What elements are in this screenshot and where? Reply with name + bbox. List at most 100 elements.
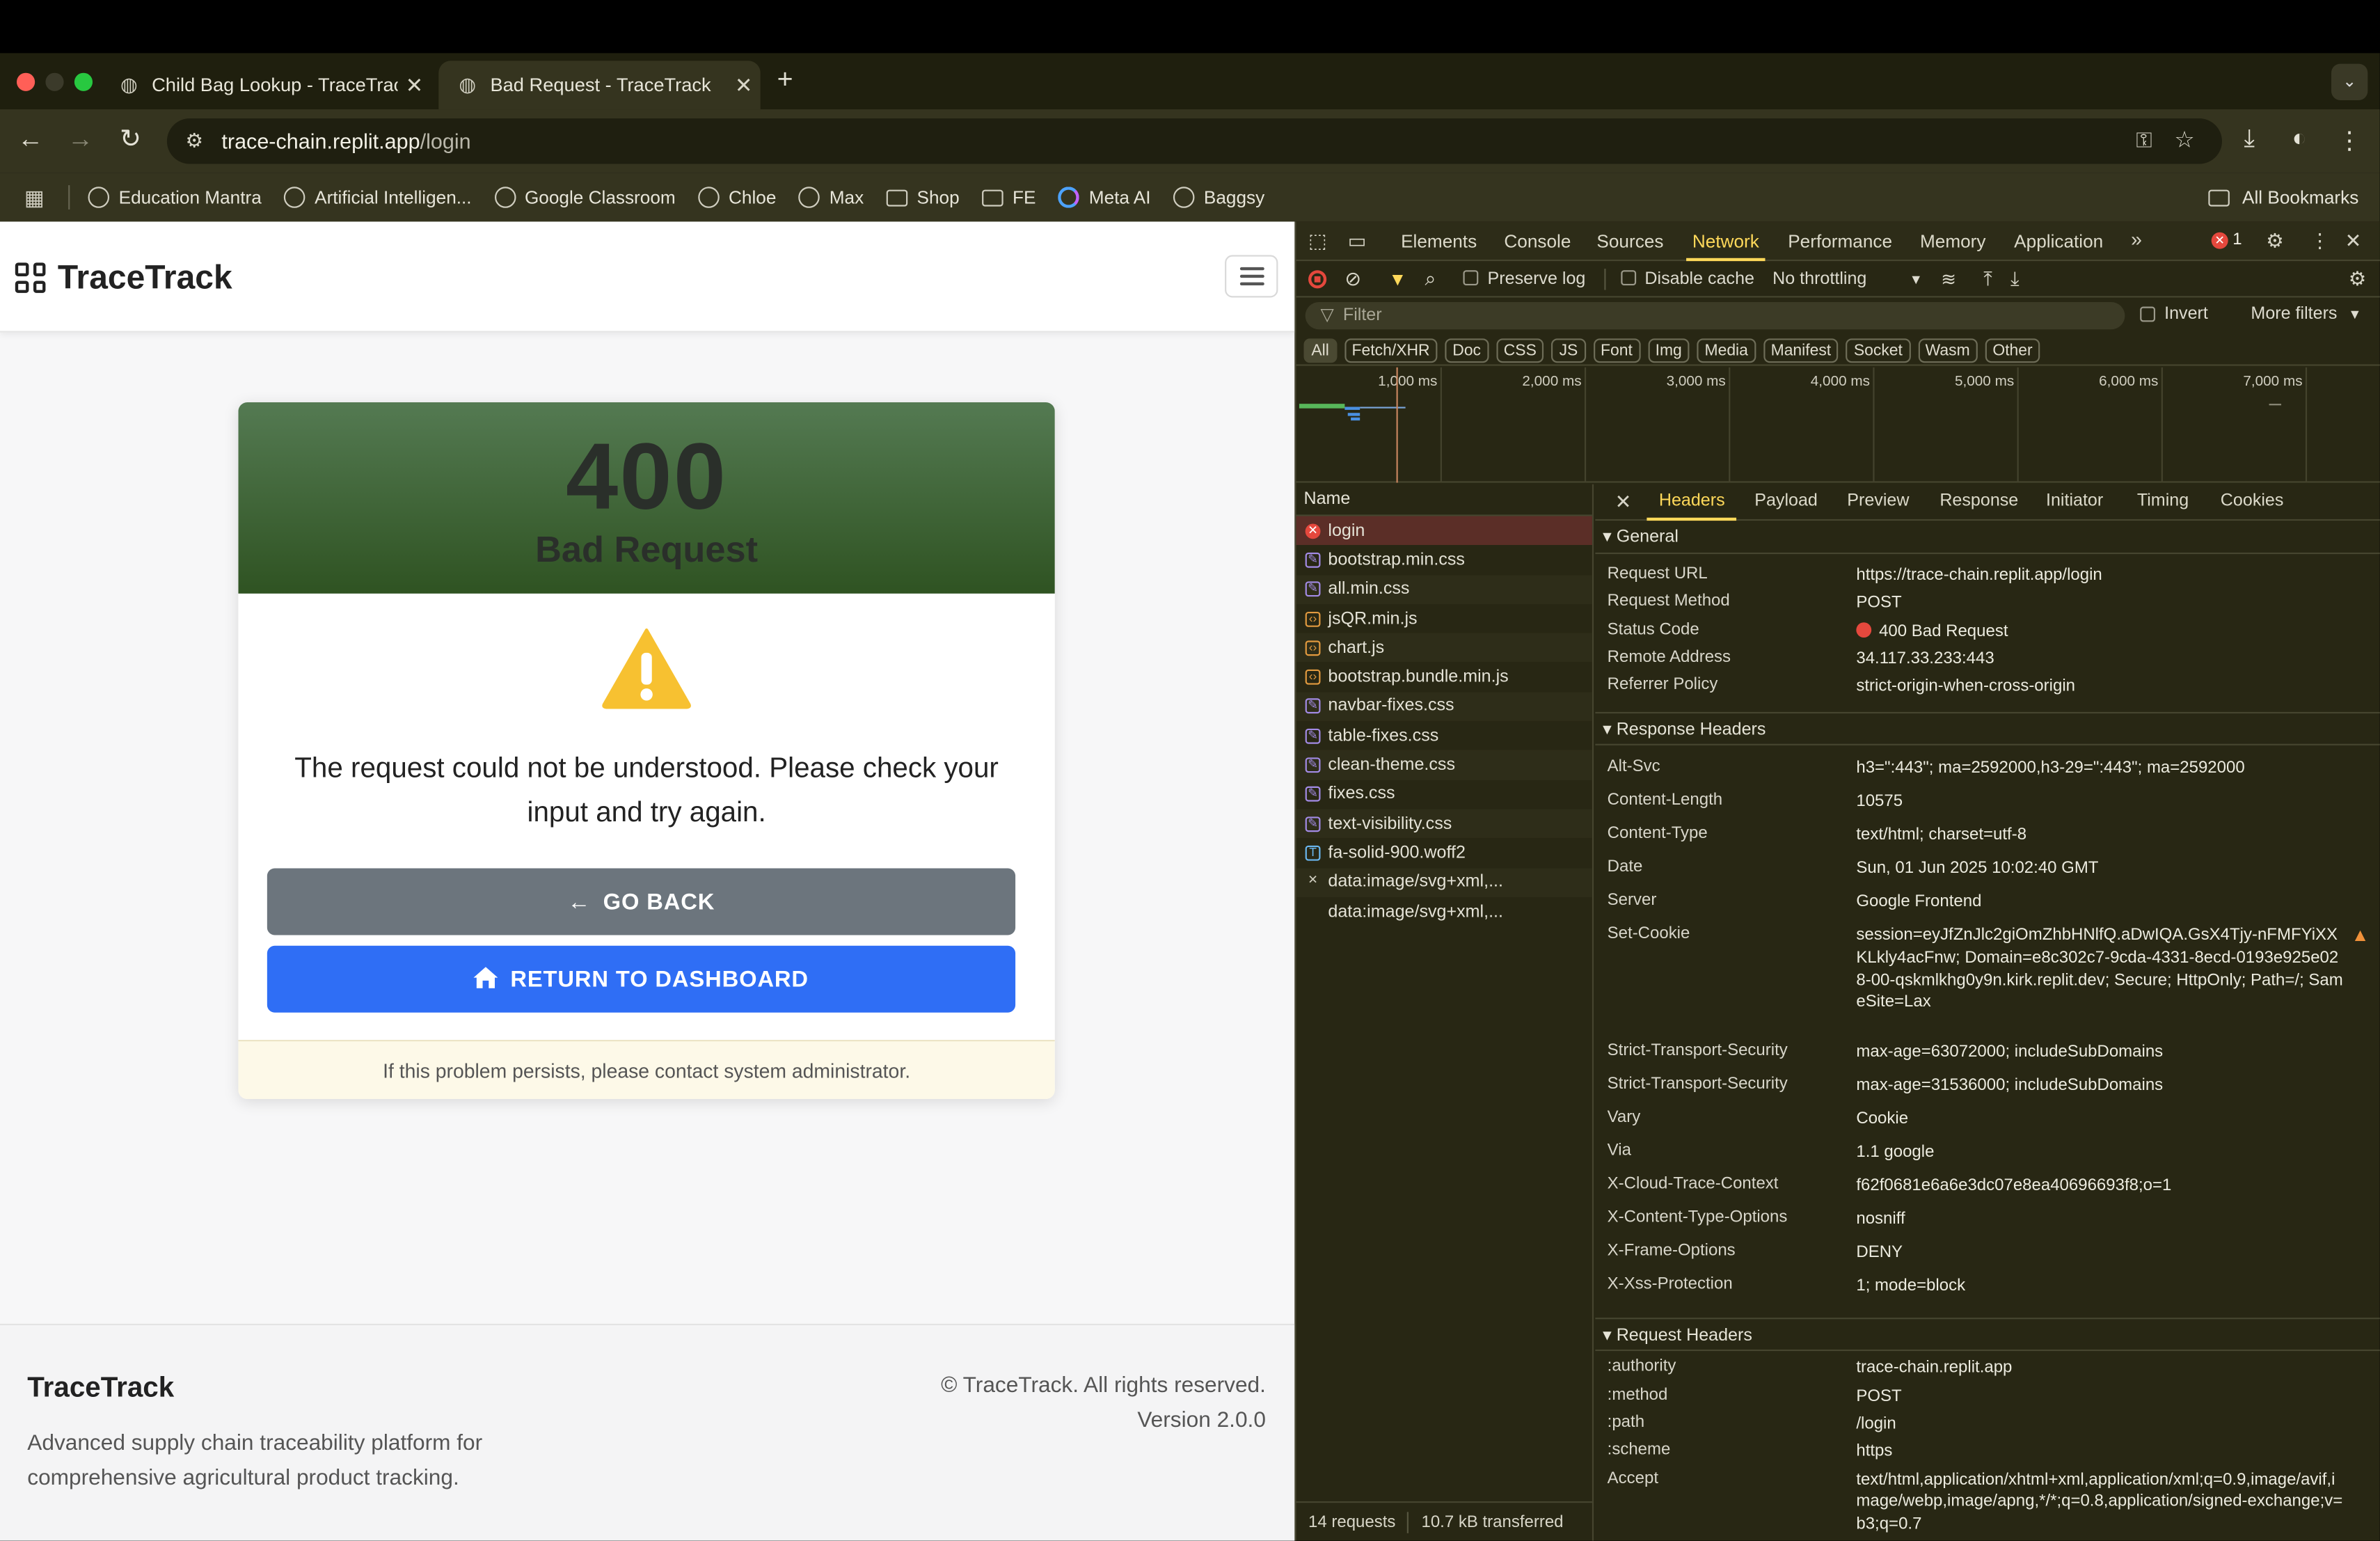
password-key-icon[interactable]: ⚿ — [2136, 127, 2152, 153]
kebab-menu-icon[interactable]: ⋮ — [2333, 126, 2366, 157]
site-info-icon[interactable]: ⚙ — [179, 129, 209, 153]
request-row[interactable]: ✕ login — [1296, 516, 1592, 546]
request-headers-section-header[interactable]: ▾ Request Headers — [1595, 1318, 2380, 1352]
request-row[interactable]: data:image/svg+xml,... — [1296, 897, 1592, 926]
tab-payload[interactable]: Payload — [1754, 492, 1818, 510]
back-arrow-icon[interactable]: ← — [14, 125, 47, 155]
request-row[interactable]: ✎ text-visibility.css — [1296, 809, 1592, 839]
tab-search-button[interactable]: ⌄ — [2331, 63, 2368, 100]
brand-logo[interactable]: TraceTrack — [15, 258, 232, 298]
zoom-window-button[interactable] — [74, 72, 93, 91]
network-settings-icon[interactable]: ⚙ — [2349, 267, 2366, 292]
request-row[interactable]: ‹› chart.js — [1296, 633, 1592, 663]
error-count-badge[interactable]: ✕ 1 — [2211, 231, 2242, 249]
filter-doc[interactable]: Doc — [1445, 338, 1489, 363]
request-row[interactable]: ✎ clean-theme.css — [1296, 750, 1592, 780]
bookmark-artificial-intelligence[interactable]: Artificial Intelligen... — [284, 187, 472, 208]
return-to-dashboard-button[interactable]: RETURN TO DASHBOARD — [267, 945, 1016, 1013]
go-back-button[interactable]: ← GO BACK — [267, 868, 1016, 935]
address-bar[interactable]: ⚙ trace-chain.replit.app/login ⚿ ☆ — [166, 118, 2222, 164]
general-section-header[interactable]: ▾ General — [1595, 521, 2380, 555]
search-icon[interactable]: ⌕ — [1425, 267, 1436, 291]
filter-input[interactable]: ▽ Filter — [1305, 302, 2125, 330]
filter-all[interactable]: All — [1303, 338, 1337, 363]
tab-bad-request[interactable]: ◍ Bad Request - TraceTrack ✕ — [438, 61, 761, 110]
more-tabs-icon[interactable]: » — [2131, 228, 2142, 251]
response-headers-section-header[interactable]: ▾ Response Headers — [1595, 712, 2380, 746]
tab-response[interactable]: Response — [1939, 492, 2018, 510]
profile-avatar-icon[interactable]: ◐ — [2283, 126, 2316, 153]
import-har-icon[interactable]: ⤒ — [1983, 267, 1992, 291]
reload-icon[interactable]: ↻ — [114, 125, 148, 155]
bookmark-baggsy[interactable]: Baggsy — [1173, 187, 1264, 208]
bookmark-star-icon[interactable]: ☆ — [2174, 126, 2194, 153]
request-row[interactable]: ✎ fixes.css — [1296, 780, 1592, 809]
download-icon[interactable]: ⤓ — [2232, 126, 2266, 153]
all-bookmarks-button[interactable]: All Bookmarks — [2209, 173, 2358, 222]
bookmark-meta-ai[interactable]: Meta AI — [1058, 187, 1151, 208]
tab-sources[interactable]: Sources — [1596, 231, 1663, 253]
request-row[interactable]: ✎ bootstrap.min.css — [1296, 546, 1592, 575]
close-tab-icon[interactable]: ✕ — [727, 72, 761, 98]
bookmark-folder-shop[interactable]: Shop — [886, 187, 960, 208]
tab-timing[interactable]: Timing — [2137, 492, 2189, 510]
export-har-icon[interactable]: ⤓ — [2010, 267, 2020, 291]
filter-socket[interactable]: Socket — [1846, 338, 1910, 363]
filter-manifest[interactable]: Manifest — [1763, 338, 1839, 363]
tab-cookies[interactable]: Cookies — [2221, 492, 2284, 510]
name-column-header[interactable]: Name — [1296, 484, 1592, 516]
filter-media[interactable]: Media — [1697, 338, 1756, 363]
request-row[interactable]: Tfa-solid-900.woff2 — [1296, 838, 1592, 867]
close-detail-icon[interactable]: ✕ — [1615, 490, 1632, 514]
filter-css[interactable]: CSS — [1496, 338, 1544, 363]
filter-wasm[interactable]: Wasm — [1917, 338, 1978, 363]
forward-arrow-icon[interactable]: → — [64, 125, 97, 155]
network-conditions-icon[interactable]: ≋ — [1941, 268, 1956, 290]
new-tab-button[interactable]: + — [777, 64, 793, 96]
tab-elements[interactable]: Elements — [1401, 231, 1477, 253]
tab-network[interactable]: Network — [1686, 231, 1766, 262]
close-tab-icon[interactable]: ✕ — [397, 72, 431, 98]
inspect-element-icon[interactable]: ⬚ — [1308, 229, 1327, 253]
request-row[interactable]: ✕ data:image/svg+xml,... — [1296, 867, 1592, 897]
tab-console[interactable]: Console — [1504, 231, 1571, 253]
cookie-warning-icon[interactable]: ▲ — [2351, 925, 2370, 947]
clear-icon[interactable]: ⊘ — [1344, 267, 1361, 291]
device-toolbar-icon[interactable]: ▭ — [1348, 229, 1367, 253]
tab-initiator[interactable]: Initiator — [2046, 492, 2103, 510]
invert-checkbox[interactable]: Invert — [2140, 305, 2208, 324]
navbar-toggle-button[interactable] — [1225, 255, 1278, 298]
close-devtools-icon[interactable]: ✕ — [2345, 229, 2362, 253]
settings-gear-icon[interactable]: ⚙ — [2266, 229, 2283, 253]
tab-performance[interactable]: Performance — [1788, 231, 1892, 253]
filter-img[interactable]: Img — [1647, 338, 1690, 363]
request-row[interactable]: ✎ navbar-fixes.css — [1296, 692, 1592, 722]
bookmark-max[interactable]: Max — [799, 187, 864, 208]
filter-funnel-icon[interactable]: ▼ — [1388, 268, 1406, 290]
apps-grid-icon[interactable]: ▦ — [24, 184, 45, 210]
close-window-button[interactable] — [16, 72, 35, 91]
request-row[interactable]: ‹› jsQR.min.js — [1296, 604, 1592, 633]
disable-cache-checkbox[interactable]: Disable cache — [1620, 269, 1754, 287]
devtools-menu-icon[interactable]: ⋮ — [2310, 229, 2329, 253]
minimize-window-button[interactable] — [45, 72, 64, 91]
bookmark-education-mantra[interactable]: Education Mantra — [88, 187, 262, 208]
request-row[interactable]: ✎ all.min.css — [1296, 574, 1592, 604]
filter-fetch-xhr[interactable]: Fetch/XHR — [1344, 338, 1438, 363]
preserve-log-checkbox[interactable]: Preserve log — [1463, 269, 1585, 287]
request-row[interactable]: ✎ table-fixes.css — [1296, 721, 1592, 750]
bookmark-google-classroom[interactable]: Google Classroom — [494, 187, 676, 208]
more-filters-dropdown[interactable]: More filters ▼ — [2251, 305, 2361, 323]
request-row[interactable]: ‹› bootstrap.bundle.min.js — [1296, 663, 1592, 692]
network-overview-timeline[interactable]: 1,000 ms 2,000 ms 3,000 ms 4,000 ms 5,00… — [1296, 367, 2380, 483]
stop-recording-icon[interactable] — [1308, 269, 1327, 288]
bookmark-chloe[interactable]: Chloe — [698, 187, 776, 208]
tab-headers[interactable]: Headers — [1647, 492, 1738, 521]
tab-child-bag-lookup[interactable]: ◍ Child Bag Lookup - TraceTrac ✕ — [100, 61, 431, 109]
throttling-select[interactable]: No throttling ▼ — [1772, 269, 1923, 287]
filter-other[interactable]: Other — [1985, 338, 2040, 363]
tab-application[interactable]: Application — [2014, 231, 2103, 253]
filter-js[interactable]: JS — [1551, 338, 1586, 363]
tab-memory[interactable]: Memory — [1920, 231, 1986, 253]
bookmark-folder-fe[interactable]: FE — [982, 187, 1036, 208]
